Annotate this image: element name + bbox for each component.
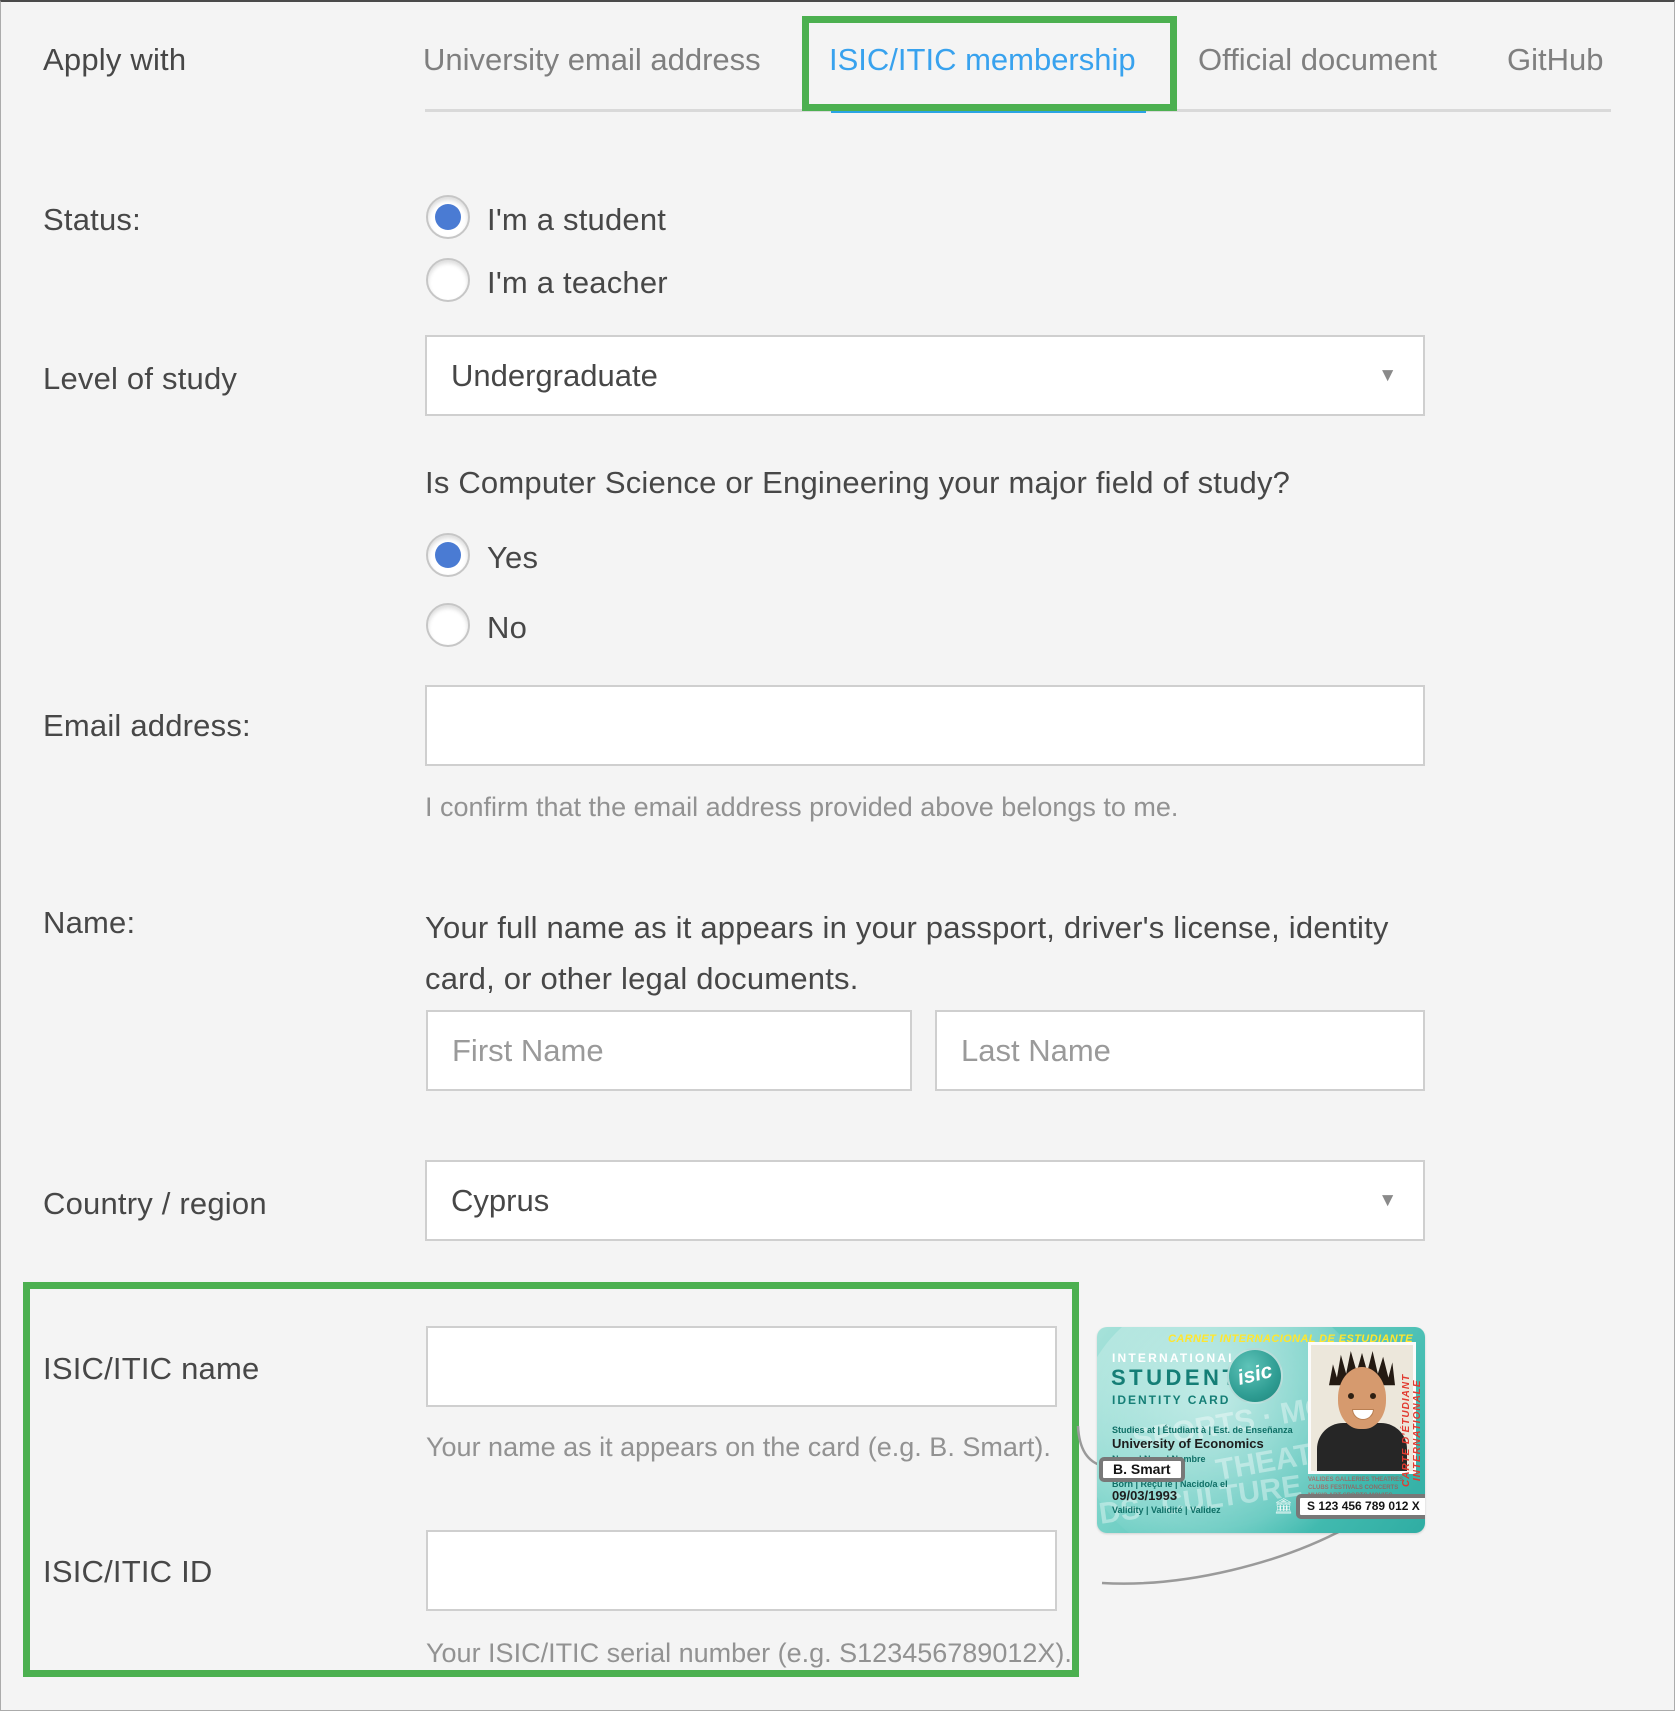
radio-major-yes-label[interactable]: Yes (487, 540, 538, 576)
callout-line-id (1102, 1528, 1346, 1584)
tab-official-document[interactable]: Official document (1198, 42, 1437, 78)
email-label: Email address: (43, 708, 251, 744)
name-label: Name: (43, 905, 135, 941)
student-photo (1308, 1342, 1416, 1474)
card-university: University of Economics (1112, 1436, 1264, 1451)
isic-name-field[interactable] (426, 1326, 1057, 1407)
isic-name-hint: Your name as it appears on the card (e.g… (426, 1432, 1051, 1463)
email-confirm-note: I confirm that the email address provide… (425, 792, 1178, 823)
card-validity-label: Validity | Validité | Validez (1112, 1505, 1221, 1515)
card-line-international: INTERNATIONAL (1112, 1351, 1238, 1365)
country-region-label: Country / region (43, 1186, 267, 1222)
unesco-icon: 🏛 (1274, 1497, 1293, 1515)
tab-github[interactable]: GitHub (1507, 42, 1603, 78)
student-application-form: Apply with University email address ISIC… (0, 0, 1675, 1711)
isic-id-label: ISIC/ITIC ID (43, 1554, 212, 1590)
country-region-value: Cyprus (451, 1183, 549, 1219)
country-region-select[interactable]: Cyprus ▼ (425, 1160, 1425, 1241)
email-field[interactable] (425, 685, 1425, 766)
radio-student[interactable] (426, 195, 470, 239)
photo-smile (1352, 1409, 1374, 1420)
radio-major-no[interactable] (426, 603, 470, 647)
radio-dot (435, 542, 461, 568)
radio-teacher-label[interactable]: I'm a teacher (487, 265, 668, 301)
isic-id-field[interactable] (426, 1530, 1057, 1611)
first-name-field[interactable] (426, 1010, 912, 1091)
card-line-identity: IDENTITY CARD (1112, 1393, 1230, 1407)
radio-major-no-label[interactable]: No (487, 610, 527, 646)
level-of-study-label: Level of study (43, 361, 237, 397)
apply-with-label: Apply with (43, 42, 186, 78)
last-name-field[interactable] (935, 1010, 1425, 1091)
name-description: Your full name as it appears in your pas… (425, 902, 1435, 1004)
isic-logo-text: isic (1227, 1357, 1283, 1393)
card-studies-label: Studies at | Étudiant à | Est. de Enseña… (1112, 1425, 1293, 1435)
chevron-down-icon: ▼ (1378, 365, 1397, 387)
card-line-student: STUDENT (1111, 1365, 1239, 1391)
major-question-text: Is Computer Science or Engineering your … (425, 465, 1290, 501)
radio-major-yes[interactable] (426, 533, 470, 577)
photo-face (1338, 1367, 1386, 1429)
isic-sample-card-image: SPORTS · MOVIES THEATRES · CULTURE DS CA… (1097, 1327, 1425, 1533)
chevron-down-icon: ▼ (1378, 1190, 1397, 1212)
isic-name-label: ISIC/ITIC name (43, 1351, 259, 1387)
photo-eye (1348, 1393, 1354, 1399)
annotation-box-tab (802, 16, 1177, 111)
isic-id-hint: Your ISIC/ITIC serial number (e.g. S1234… (426, 1638, 1072, 1669)
card-birth-date: 09/03/1993 (1112, 1488, 1177, 1503)
radio-dot (435, 204, 461, 230)
photo-shirt (1317, 1423, 1407, 1474)
card-name-highlight-box: B. Smart (1099, 1457, 1185, 1482)
isic-globe-logo: isic (1227, 1348, 1283, 1404)
photo-eye (1370, 1393, 1376, 1399)
radio-teacher[interactable] (426, 258, 470, 302)
level-of-study-select[interactable]: Undergraduate ▼ (425, 335, 1425, 416)
level-of-study-value: Undergraduate (451, 358, 658, 394)
radio-student-label[interactable]: I'm a student (487, 202, 666, 238)
status-label: Status: (43, 202, 141, 238)
card-side-text: CARTE D'ÉTUDIANT INTERNATIONALE (1401, 1327, 1423, 1533)
tab-university-email[interactable]: University email address (423, 42, 761, 78)
